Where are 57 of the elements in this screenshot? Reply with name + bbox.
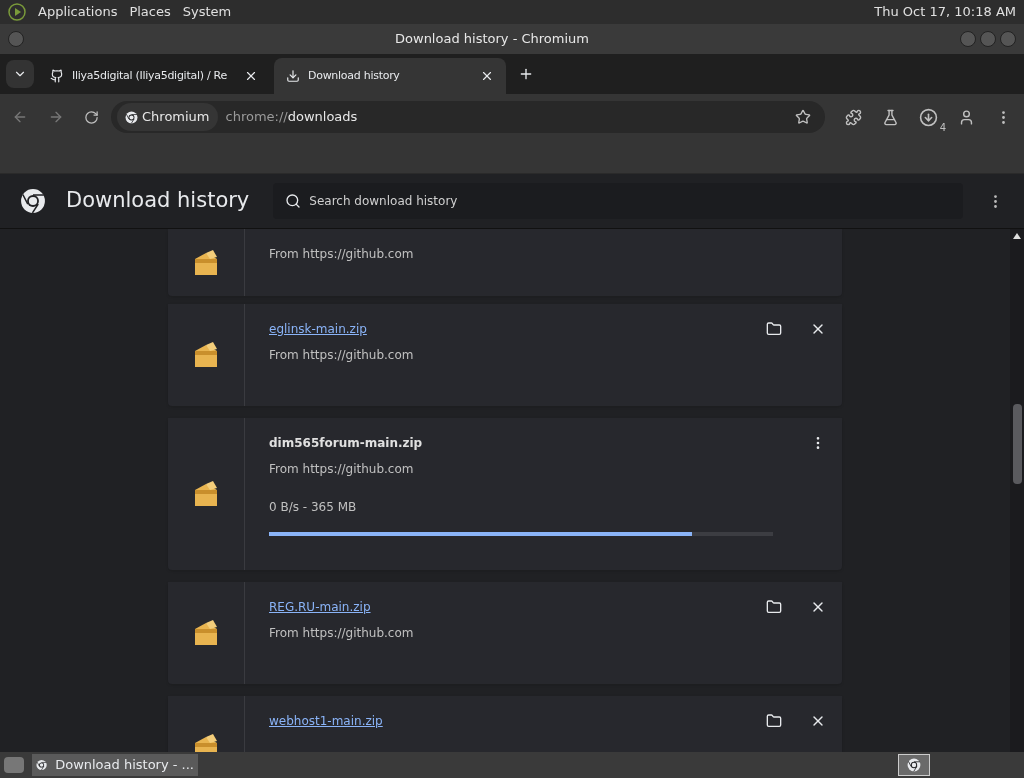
package-icon [193, 341, 219, 369]
close-tab-icon[interactable] [244, 69, 258, 83]
browser-tab[interactable]: Download history [274, 58, 506, 94]
search-input[interactable]: Search download history [309, 192, 951, 210]
search-icon [285, 193, 302, 209]
url-text: chrome://downloads [225, 108, 358, 127]
profile-icon[interactable] [958, 108, 975, 126]
site-chip-label: Chromium [142, 108, 210, 127]
download-icon [286, 69, 300, 83]
bookmark-star-icon[interactable] [795, 109, 811, 125]
tab-list-button[interactable] [6, 60, 34, 88]
window-title: Download history - Chromium [394, 30, 590, 49]
page-title: Download history [66, 187, 250, 215]
tab-title: Download history [308, 67, 401, 84]
taskbar-window-title: Download history - ... [55, 756, 194, 775]
forward-icon[interactable] [48, 109, 64, 125]
scrollbar-thumb[interactable] [1012, 404, 1022, 484]
clock: Thu Oct 17, 10:18 AM [874, 3, 1016, 22]
chromium-icon [907, 758, 921, 772]
panel-menu[interactable]: Applications [38, 2, 118, 22]
folder-icon[interactable] [766, 713, 782, 729]
source-text: From https://github.com [269, 347, 415, 364]
chrome-logo [20, 188, 46, 214]
menu-logo-icon[interactable] [8, 3, 26, 21]
file-link[interactable]: REG.RU-main.zip [269, 598, 371, 616]
search-field[interactable]: Search download history [273, 183, 963, 219]
folder-icon[interactable] [766, 599, 782, 615]
new-tab-icon[interactable] [518, 66, 534, 82]
chromium-icon [36, 757, 48, 773]
scroll-up-icon[interactable] [1013, 233, 1021, 239]
file-link[interactable]: webhost1-main.zip [269, 712, 383, 730]
workspace-switcher[interactable] [898, 754, 930, 776]
site-chip[interactable]: Chromium [117, 103, 218, 131]
extensions-icon[interactable] [845, 108, 862, 126]
flask-icon[interactable] [882, 108, 899, 126]
taskbar-window[interactable]: Download history - ... [32, 754, 198, 776]
package-icon [193, 480, 219, 508]
chromium-icon [125, 110, 138, 124]
panel-menu[interactable]: Places [129, 2, 171, 22]
tab-title: Iliya5digital (Iliya5digital) / Re [72, 67, 228, 84]
panel-menu[interactable]: System [182, 2, 232, 22]
source-text: From https://github.com [269, 246, 415, 263]
folder-icon[interactable] [766, 321, 782, 337]
download-status: 0 B/s - 365 MB [269, 499, 358, 516]
back-icon[interactable] [12, 109, 28, 125]
address-bar[interactable]: Chromium chrome://downloads [111, 101, 825, 133]
package-icon [193, 619, 219, 647]
source-text: From https://github.com [269, 461, 415, 478]
browser-tab[interactable]: Iliya5digital (Iliya5digital) / Re [38, 58, 270, 94]
file-link[interactable]: eglinsk-main.zip [269, 320, 367, 338]
reload-icon[interactable] [84, 109, 99, 125]
download-count: 4 [939, 120, 946, 135]
file-name: dim565forum-main.zip [269, 435, 423, 452]
close-tab-icon[interactable] [480, 69, 494, 83]
github-icon [50, 69, 64, 83]
package-icon [193, 248, 219, 277]
source-text: From https://github.com [269, 625, 415, 642]
